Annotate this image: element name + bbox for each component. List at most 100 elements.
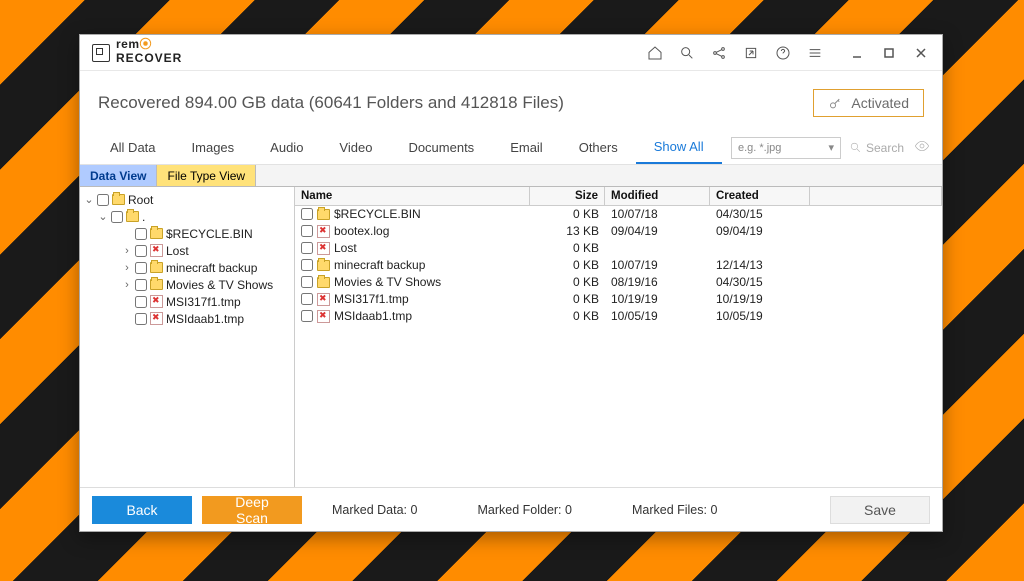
- tree-node[interactable]: › Movies & TV Shows: [82, 276, 292, 293]
- row-checkbox[interactable]: [301, 225, 313, 237]
- column-size[interactable]: Size: [530, 187, 605, 205]
- tree-label: Lost: [166, 244, 189, 258]
- titlebar-actions: [640, 39, 936, 67]
- deleted-file-icon: [317, 242, 330, 255]
- file-modified: 09/04/19: [605, 224, 710, 238]
- logo-text: rem⦿RECOVER: [116, 39, 182, 66]
- row-checkbox[interactable]: [301, 293, 313, 305]
- folder-icon: [317, 277, 330, 288]
- activated-label: Activated: [851, 95, 909, 111]
- file-created: 04/30/15: [710, 207, 810, 221]
- table-row[interactable]: $RECYCLE.BIN 0 KB10/07/1804/30/15: [295, 206, 942, 223]
- list-body[interactable]: $RECYCLE.BIN0 KB10/07/1804/30/15bootex.l…: [295, 206, 942, 487]
- row-checkbox[interactable]: [301, 242, 313, 254]
- filter-tab-all-data[interactable]: All Data: [92, 131, 174, 164]
- filter-tab-images[interactable]: Images: [174, 131, 253, 164]
- tree-node[interactable]: $RECYCLE.BIN: [82, 225, 292, 242]
- close-button[interactable]: [906, 39, 936, 67]
- tree-checkbox[interactable]: [135, 313, 147, 325]
- file-size: 13 KB: [530, 224, 605, 238]
- save-button[interactable]: Save: [830, 496, 930, 524]
- recovery-summary: Recovered 894.00 GB data (60641 Folders …: [98, 93, 564, 113]
- table-row[interactable]: minecraft backup0 KB10/07/1912/14/13: [295, 257, 942, 274]
- open-external-icon[interactable]: [736, 39, 766, 67]
- marked-folder-value: 0: [565, 503, 572, 517]
- search-icon[interactable]: [672, 39, 702, 67]
- logo-icon: [92, 44, 110, 62]
- tree-node[interactable]: MSIdaab1.tmp: [82, 310, 292, 327]
- tree-node[interactable]: ⌄.: [82, 208, 292, 225]
- tree-checkbox[interactable]: [135, 245, 147, 257]
- tree-checkbox[interactable]: [135, 296, 147, 308]
- row-checkbox[interactable]: [301, 310, 313, 322]
- tree-node[interactable]: › Lost: [82, 242, 292, 259]
- file-created: 10/19/19: [710, 292, 810, 306]
- tree-checkbox[interactable]: [135, 279, 147, 291]
- file-size: 0 KB: [530, 207, 605, 221]
- view-tabs: Data ViewFile Type View: [80, 165, 942, 187]
- tree-checkbox[interactable]: [135, 262, 147, 274]
- table-row[interactable]: MSIdaab1.tmp0 KB10/05/1910/05/19: [295, 308, 942, 325]
- filter-tab-email[interactable]: Email: [492, 131, 561, 164]
- minimize-button[interactable]: [842, 39, 872, 67]
- tree-node[interactable]: ⌄Root: [82, 191, 292, 208]
- folder-icon: [112, 194, 125, 205]
- filter-tab-video[interactable]: Video: [321, 131, 390, 164]
- help-icon[interactable]: [768, 39, 798, 67]
- tree-expander[interactable]: ⌄: [98, 210, 108, 223]
- tree-checkbox[interactable]: [135, 228, 147, 240]
- row-checkbox[interactable]: [301, 276, 313, 288]
- file-modified: 10/19/19: [605, 292, 710, 306]
- file-name: $RECYCLE.BIN: [334, 207, 421, 221]
- view-tab-file-type-view[interactable]: File Type View: [157, 165, 256, 186]
- column-created[interactable]: Created: [710, 187, 810, 205]
- file-modified: 10/07/18: [605, 207, 710, 221]
- deleted-file-icon: [150, 244, 163, 257]
- activated-badge[interactable]: Activated: [813, 89, 924, 117]
- search-button[interactable]: Search: [849, 141, 904, 155]
- home-icon[interactable]: [640, 39, 670, 67]
- tree-expander[interactable]: ›: [122, 262, 132, 274]
- table-row[interactable]: Lost0 KB: [295, 240, 942, 257]
- table-row[interactable]: Movies & TV Shows0 KB08/19/1604/30/15: [295, 274, 942, 291]
- tree-expander[interactable]: ›: [122, 245, 132, 257]
- file-size: 0 KB: [530, 292, 605, 306]
- tree-expander[interactable]: ⌄: [84, 193, 94, 206]
- file-modified: 10/05/19: [605, 309, 710, 323]
- file-created: 12/14/13: [710, 258, 810, 272]
- tree-label: Movies & TV Shows: [166, 278, 273, 292]
- file-name: MSIdaab1.tmp: [334, 309, 412, 323]
- maximize-button[interactable]: [874, 39, 904, 67]
- file-size: 0 KB: [530, 275, 605, 289]
- row-checkbox[interactable]: [301, 259, 313, 271]
- tree-checkbox[interactable]: [111, 211, 123, 223]
- deleted-file-icon: [150, 295, 163, 308]
- filter-tab-audio[interactable]: Audio: [252, 131, 321, 164]
- share-icon[interactable]: [704, 39, 734, 67]
- preview-toggle[interactable]: [914, 138, 930, 157]
- tree-label: .: [142, 210, 145, 224]
- filter-tab-others[interactable]: Others: [561, 131, 636, 164]
- back-button[interactable]: Back: [92, 496, 192, 524]
- tree-pane[interactable]: ⌄Root⌄.$RECYCLE.BIN›Lost›minecraft backu…: [80, 187, 295, 487]
- folder-icon: [317, 209, 330, 220]
- folder-icon: [317, 260, 330, 271]
- view-tab-data-view[interactable]: Data View: [80, 165, 157, 186]
- app-window: rem⦿RECOVER Recovered 894.00 GB data (60…: [79, 34, 943, 532]
- filter-tab-documents[interactable]: Documents: [390, 131, 492, 164]
- column-modified[interactable]: Modified: [605, 187, 710, 205]
- table-row[interactable]: bootex.log13 KB09/04/1909/04/19: [295, 223, 942, 240]
- file-size: 0 KB: [530, 241, 605, 255]
- tree-node[interactable]: ›minecraft backup: [82, 259, 292, 276]
- file-size: 0 KB: [530, 258, 605, 272]
- tree-node[interactable]: MSI317f1.tmp: [82, 293, 292, 310]
- tree-expander[interactable]: ›: [122, 279, 132, 291]
- filter-tab-show-all[interactable]: Show All: [636, 131, 722, 164]
- table-row[interactable]: MSI317f1.tmp0 KB10/19/1910/19/19: [295, 291, 942, 308]
- filter-pattern-input[interactable]: e.g. *.jpg ▾: [731, 137, 841, 159]
- column-name[interactable]: Name: [295, 187, 530, 205]
- deep-scan-button[interactable]: Deep Scan: [202, 496, 302, 524]
- row-checkbox[interactable]: [301, 208, 313, 220]
- menu-icon[interactable]: [800, 39, 830, 67]
- tree-checkbox[interactable]: [97, 194, 109, 206]
